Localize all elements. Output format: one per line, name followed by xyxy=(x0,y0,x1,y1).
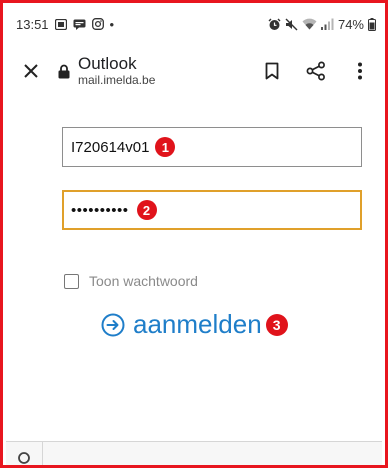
browser-toolbar: Outlook mail.imelda.be xyxy=(6,42,382,100)
close-icon xyxy=(24,64,38,78)
annotation-badge-1: 1 xyxy=(155,137,176,157)
arrow-circle-right-icon xyxy=(101,313,125,337)
status-more-dot: • xyxy=(109,16,115,32)
close-tab-button[interactable] xyxy=(6,42,56,100)
username-value: I720614v01 xyxy=(71,138,150,156)
annotation-badge-3: 3 xyxy=(265,313,288,336)
show-password-label: Toon wachtwoord xyxy=(89,273,198,289)
username-input[interactable]: I720614v01 1 xyxy=(62,127,362,167)
status-bar-left: 13:51 • xyxy=(16,17,114,32)
password-input[interactable]: •••••••••• 2 xyxy=(62,190,362,230)
page-address[interactable]: Outlook mail.imelda.be xyxy=(78,54,155,87)
mute-icon xyxy=(285,18,298,31)
signal-icon xyxy=(320,18,334,30)
message-notification-icon xyxy=(73,19,86,30)
show-password-checkbox[interactable] xyxy=(64,273,79,289)
battery-percent: 74% xyxy=(337,16,364,32)
share-icon xyxy=(306,61,325,81)
bookmark-icon xyxy=(265,62,279,80)
battery-icon xyxy=(368,17,376,31)
wifi-icon xyxy=(302,18,317,30)
password-value: •••••••••• xyxy=(71,201,129,219)
status-bar-right: 74% xyxy=(268,17,376,32)
instagram-notification-icon xyxy=(91,18,104,30)
status-bar: 13:51 • 74% xyxy=(6,6,382,42)
lock-icon xyxy=(56,64,72,79)
gallery-notification-icon xyxy=(54,18,67,30)
more-vert-icon xyxy=(358,62,362,80)
bookmark-button[interactable] xyxy=(250,42,294,100)
toolbar-actions xyxy=(250,42,382,100)
alarm-icon xyxy=(268,18,281,31)
screen-frame: 13:51 • 74% Outlook mail.imelda.be I7206… xyxy=(0,0,388,468)
share-button[interactable] xyxy=(294,42,338,100)
bottom-bar-icon[interactable] xyxy=(16,450,32,465)
more-options-button[interactable] xyxy=(338,42,382,100)
login-button[interactable]: aanmelden 3 xyxy=(101,309,288,340)
login-label: aanmelden xyxy=(133,309,262,339)
status-time: 13:51 xyxy=(16,16,49,32)
page-url: mail.imelda.be xyxy=(78,72,156,87)
bottom-bar-divider xyxy=(42,442,43,465)
annotation-badge-2: 2 xyxy=(136,200,157,220)
show-password-row[interactable]: Toon wachtwoord xyxy=(64,273,198,289)
page-title: Outlook xyxy=(78,54,137,74)
bottom-bar xyxy=(6,441,382,465)
